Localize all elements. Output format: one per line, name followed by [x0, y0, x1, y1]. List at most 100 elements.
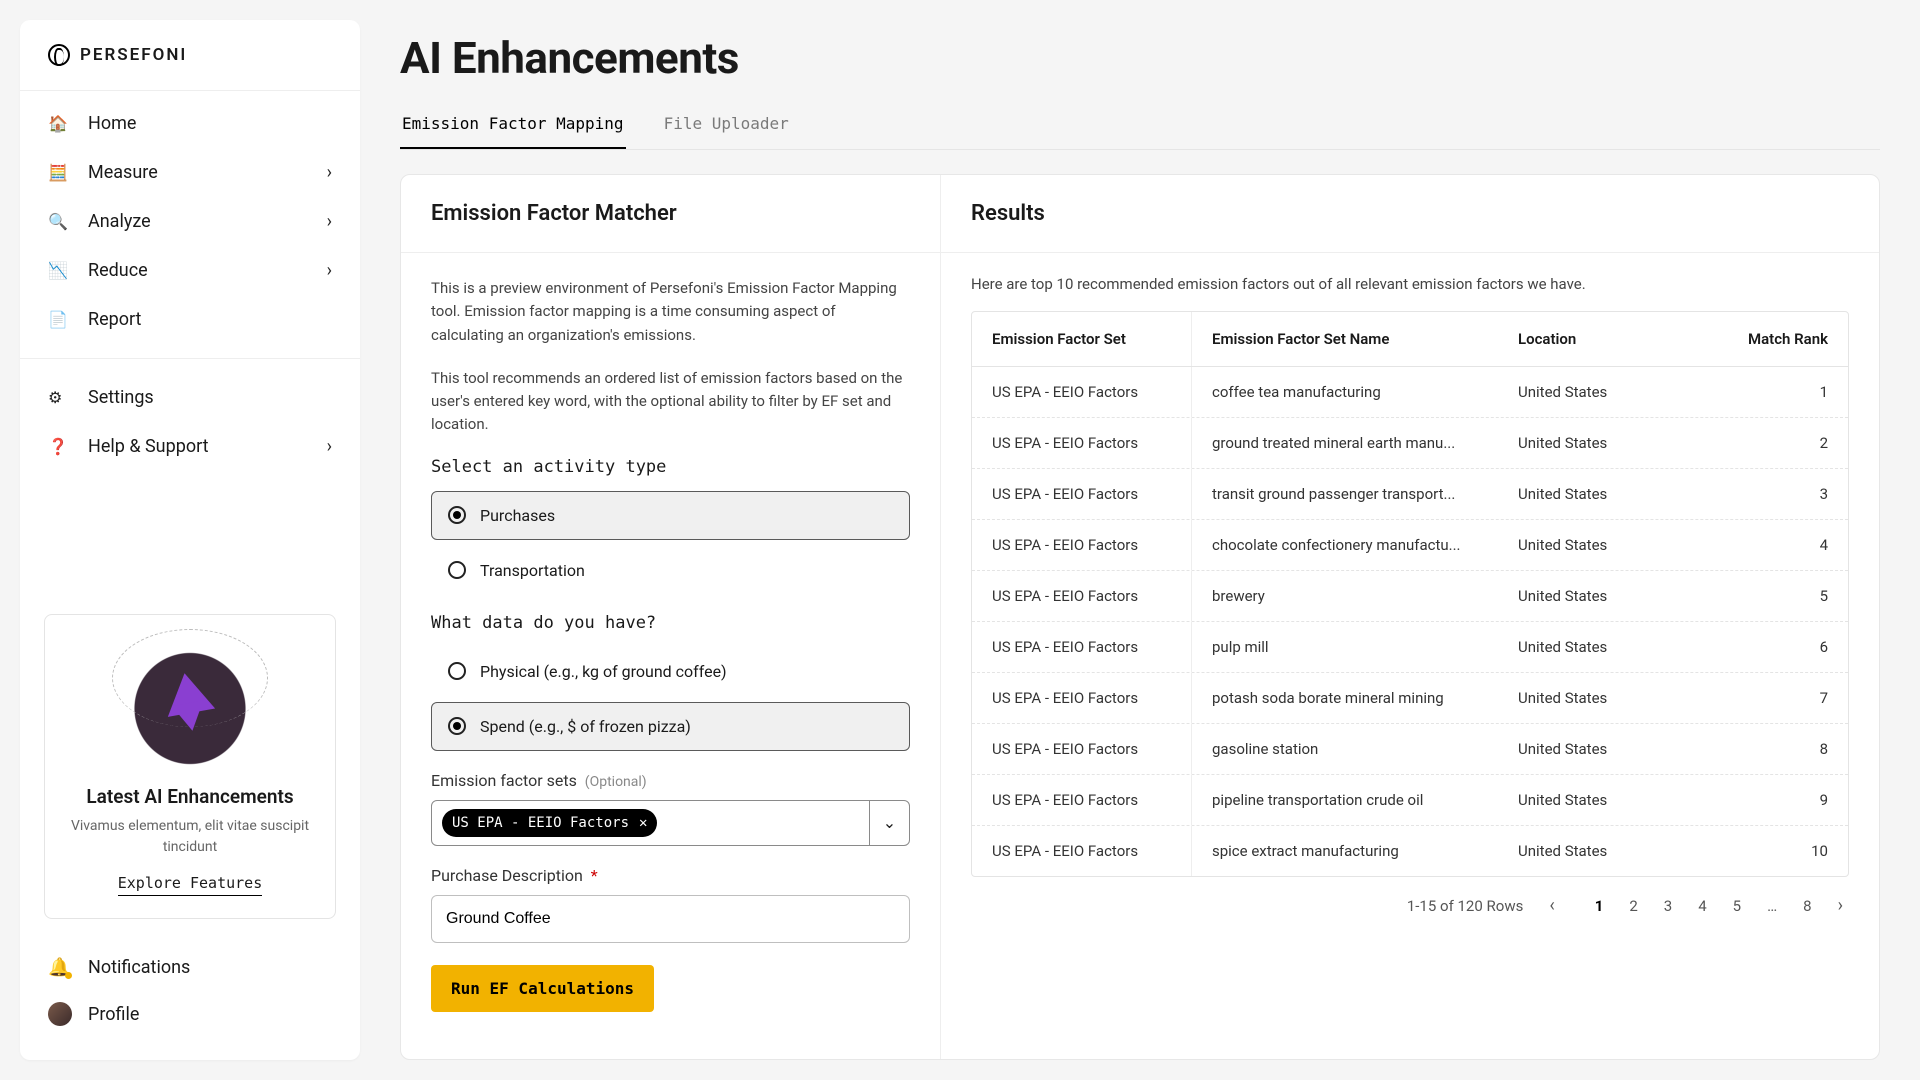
table-row[interactable]: US EPA - EEIO Factorsspice extract manuf…: [972, 826, 1848, 876]
pagination-page-2[interactable]: 2: [1623, 893, 1643, 919]
notifications-link[interactable]: 🔔 Notifications: [48, 945, 332, 990]
cell-rank: 10: [1698, 826, 1848, 876]
tabs: Emission Factor Mapping File Uploader: [400, 104, 1880, 150]
radio-icon: [448, 561, 466, 579]
activity-option-transportation[interactable]: Transportation: [431, 546, 910, 595]
table-row[interactable]: US EPA - EEIO Factorspotash soda borate …: [972, 673, 1848, 724]
cell-rank: 8: [1698, 724, 1848, 774]
cell-set: US EPA - EEIO Factors: [972, 673, 1192, 723]
nav-label: Reduce: [88, 260, 148, 281]
footer-nav: ⚙Settings❓Help & Support›: [20, 365, 360, 479]
results-intro: Here are top 10 recommended emission fac…: [941, 253, 1879, 311]
data-type-label: What data do you have?: [431, 613, 910, 633]
cell-name: brewery: [1192, 571, 1498, 621]
sidebar-item-analyze[interactable]: 🔍Analyze›: [20, 197, 360, 246]
nav-separator: [20, 358, 360, 359]
bell-icon: 🔔: [48, 957, 70, 978]
cell-rank: 6: [1698, 622, 1848, 672]
nav-label: Measure: [88, 162, 158, 183]
sidebar-footer: 🔔 Notifications Profile: [20, 935, 360, 1060]
main-nav: 🏠Home🧮Measure›🔍Analyze›📉Reduce›📄Report: [20, 91, 360, 352]
persefoni-logo-icon: [48, 44, 70, 66]
brand-name: PERSEFONI: [80, 45, 187, 65]
table-row[interactable]: US EPA - EEIO Factorspulp millUnited Sta…: [972, 622, 1848, 673]
cell-loc: United States: [1498, 724, 1698, 774]
cell-loc: United States: [1498, 418, 1698, 468]
promo-card: Latest AI Enhancements Vivamus elementum…: [44, 614, 336, 919]
table-row[interactable]: US EPA - EEIO Factorstransit ground pass…: [972, 469, 1848, 520]
sidebar-item-settings[interactable]: ⚙Settings: [20, 373, 360, 422]
chip-remove-icon[interactable]: ✕: [639, 815, 647, 831]
cell-loc: United States: [1498, 367, 1698, 417]
cell-set: US EPA - EEIO Factors: [972, 469, 1192, 519]
promo-cta-link[interactable]: Explore Features: [118, 874, 263, 896]
cell-name: chocolate confectionery manufactu...: [1192, 520, 1498, 570]
ef-sets-dropdown-toggle[interactable]: ⌄: [869, 801, 909, 845]
gear-icon: ⚙: [48, 388, 68, 407]
cell-rank: 3: [1698, 469, 1848, 519]
sidebar-item-help-support[interactable]: ❓Help & Support›: [20, 422, 360, 471]
cell-name: pulp mill: [1192, 622, 1498, 672]
notifications-label: Notifications: [88, 957, 190, 978]
radio-label: Spend (e.g., $ of frozen pizza): [480, 717, 691, 736]
cell-set: US EPA - EEIO Factors: [972, 520, 1192, 570]
table-row[interactable]: US EPA - EEIO Factorspipeline transporta…: [972, 775, 1848, 826]
promo-illustration: [120, 637, 260, 767]
nav-label: Analyze: [88, 211, 151, 232]
pagination-range: 1-15 of 120 Rows: [1407, 897, 1523, 915]
chevron-right-icon: ›: [327, 260, 332, 281]
cell-rank: 7: [1698, 673, 1848, 723]
pagination-page-8[interactable]: 8: [1797, 893, 1817, 919]
radio-icon: [448, 662, 466, 680]
ef-sets-select[interactable]: US EPA - EEIO Factors ✕ ⌄: [431, 800, 910, 846]
tab-emission-factor-mapping[interactable]: Emission Factor Mapping: [400, 104, 626, 149]
required-indicator: *: [591, 866, 598, 885]
activity-type-label: Select an activity type: [431, 457, 910, 477]
purchase-description-label: Purchase Description *: [431, 866, 910, 885]
radio-label: Physical (e.g., kg of ground coffee): [480, 662, 727, 681]
sidebar-item-home[interactable]: 🏠Home: [20, 99, 360, 148]
pagination-page-4[interactable]: 4: [1692, 893, 1712, 919]
cell-loc: United States: [1498, 775, 1698, 825]
tab-file-uploader[interactable]: File Uploader: [662, 104, 791, 149]
pagination-page-3[interactable]: 3: [1658, 893, 1678, 919]
main-content: AI Enhancements Emission Factor MappingF…: [360, 0, 1920, 1080]
cell-loc: United States: [1498, 571, 1698, 621]
pagination-page-1[interactable]: 1: [1589, 893, 1610, 919]
matcher-intro-1: This is a preview environment of Persefo…: [431, 277, 910, 347]
sidebar-item-measure[interactable]: 🧮Measure›: [20, 148, 360, 197]
sidebar-item-report[interactable]: 📄Report: [20, 295, 360, 344]
matcher-heading: Emission Factor Matcher: [401, 175, 940, 253]
purchase-description-input[interactable]: [431, 895, 910, 943]
cell-name: gasoline station: [1192, 724, 1498, 774]
radio-label: Transportation: [480, 561, 585, 580]
matcher-panel: Emission Factor Matcher This is a previe…: [401, 175, 941, 1059]
table-row[interactable]: US EPA - EEIO Factorschocolate confectio…: [972, 520, 1848, 571]
brand-logo[interactable]: PERSEFONI: [20, 20, 360, 91]
nav-label: Help & Support: [88, 436, 209, 457]
cell-rank: 5: [1698, 571, 1848, 621]
sidebar-item-reduce[interactable]: 📉Reduce›: [20, 246, 360, 295]
table-row[interactable]: US EPA - EEIO Factorsgasoline stationUni…: [972, 724, 1848, 775]
cell-rank: 4: [1698, 520, 1848, 570]
profile-link[interactable]: Profile: [48, 990, 332, 1038]
pagination-page-5[interactable]: 5: [1727, 893, 1747, 919]
run-ef-button[interactable]: Run EF Calculations: [431, 965, 654, 1012]
pagination-prev[interactable]: ‹: [1543, 891, 1560, 920]
ef-sets-label: Emission factor sets (Optional): [431, 771, 910, 790]
cell-set: US EPA - EEIO Factors: [972, 826, 1192, 876]
table-row[interactable]: US EPA - EEIO Factorsground treated mine…: [972, 418, 1848, 469]
results-table: Emission Factor Set Emission Factor Set …: [971, 311, 1849, 877]
pagination-next[interactable]: ›: [1832, 891, 1849, 920]
avatar-icon: [48, 1002, 72, 1026]
activity-option-purchases[interactable]: Purchases: [431, 491, 910, 540]
data-type-option-spend[interactable]: Spend (e.g., $ of frozen pizza): [431, 702, 910, 751]
table-row[interactable]: US EPA - EEIO FactorsbreweryUnited State…: [972, 571, 1848, 622]
table-row[interactable]: US EPA - EEIO Factorscoffee tea manufact…: [972, 367, 1848, 418]
cell-rank: 2: [1698, 418, 1848, 468]
cell-loc: United States: [1498, 826, 1698, 876]
col-ef-set: Emission Factor Set: [972, 312, 1192, 366]
radio-icon: [448, 506, 466, 524]
ef-set-chip[interactable]: US EPA - EEIO Factors ✕: [442, 809, 657, 837]
data-type-option-physical[interactable]: Physical (e.g., kg of ground coffee): [431, 647, 910, 696]
